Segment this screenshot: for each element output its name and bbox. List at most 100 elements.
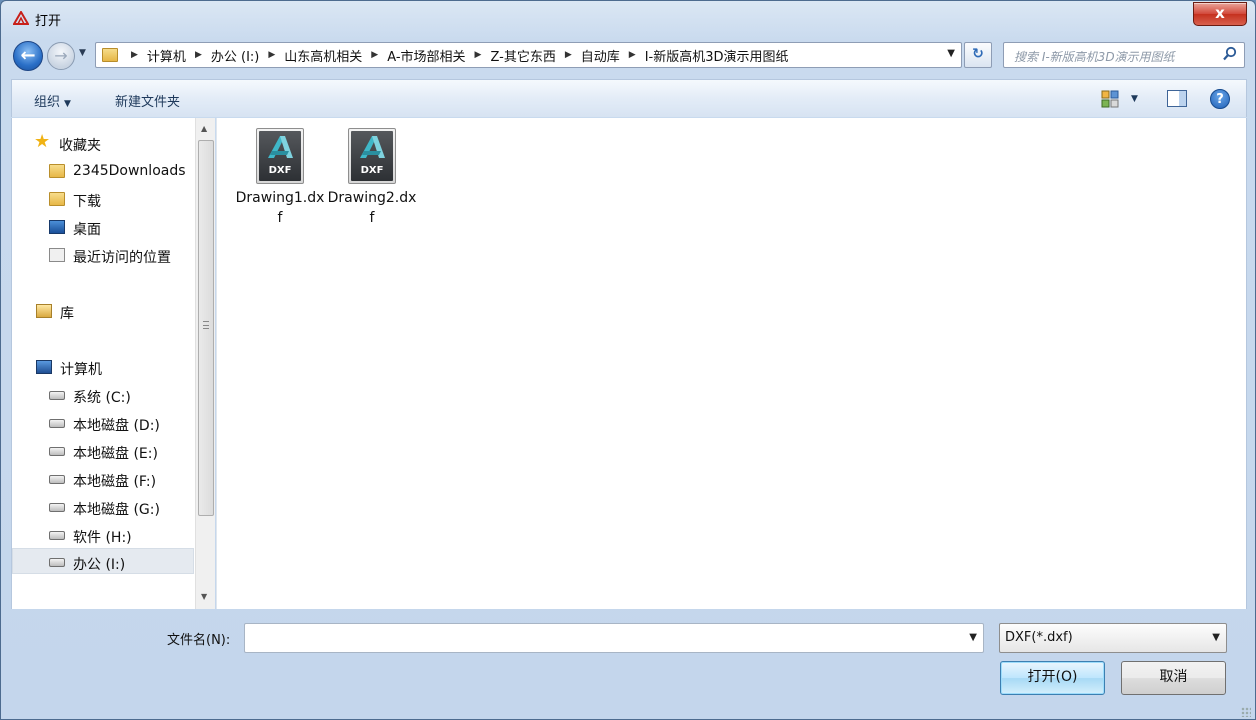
file-name: Drawing1.dxf [235, 190, 325, 226]
sidebar-item-drive-d[interactable]: 本地磁盘 (D:) [12, 410, 194, 436]
sidebar-item-drive-i[interactable]: 办公 (I:) [12, 548, 194, 574]
resize-grip-icon[interactable] [1241, 707, 1251, 717]
preview-pane-icon[interactable] [1167, 90, 1187, 107]
close-icon: x [1215, 4, 1225, 22]
sidebar-item-label: 系统 (C:) [73, 390, 131, 406]
forward-button[interactable]: → [47, 42, 75, 70]
sidebar-item-drive-c[interactable]: 系统 (C:) [12, 382, 194, 408]
window-title: 打开 [35, 14, 62, 29]
sidebar-item-favorites[interactable]: ★ 收藏夹 [12, 130, 194, 156]
breadcrumb-computer[interactable]: 计算机 [147, 46, 186, 65]
drive-icon [49, 531, 65, 540]
recent-pages-dropdown[interactable]: ▼ [79, 48, 86, 58]
file-name: Drawing2.dxf [327, 190, 417, 226]
file-item-drawing2[interactable]: DXF Drawing2.dxf [327, 128, 417, 228]
dxf-file-icon: DXF [256, 128, 304, 184]
download-folder-icon [49, 192, 65, 206]
computer-icon [36, 360, 52, 374]
scroll-down-icon[interactable]: ▼ [201, 592, 207, 601]
new-folder-button[interactable]: 新建文件夹 [115, 91, 180, 110]
breadcrumb-drive-i[interactable]: 办公 (I:) [211, 46, 260, 65]
sidebar-item-libraries[interactable]: 库 [12, 298, 194, 324]
drive-icon [49, 447, 65, 456]
sidebar-item-label: 库 [60, 306, 74, 322]
organize-menu-button[interactable]: 组织 ▼ [34, 91, 71, 110]
sidebar-item-label: 软件 (H:) [73, 530, 132, 546]
sidebar-item-label: 本地磁盘 (F:) [73, 474, 157, 490]
chevron-right-icon[interactable]: ▶ [629, 50, 636, 60]
sidebar-item-label: 桌面 [73, 222, 101, 238]
file-list-pane[interactable]: DXF Drawing1.dxf DXF Drawing2.dxf [216, 118, 1247, 609]
refresh-icon: ↻ [972, 46, 984, 62]
chevron-right-icon[interactable]: ▶ [131, 50, 138, 60]
sidebar-item-drive-h[interactable]: 软件 (H:) [12, 522, 194, 548]
sidebar-item-label: 最近访问的位置 [73, 250, 171, 266]
file-item-drawing1[interactable]: DXF Drawing1.dxf [235, 128, 325, 228]
sidebar-item-label: 办公 (I:) [73, 557, 126, 573]
chevron-right-icon[interactable]: ▶ [475, 50, 482, 60]
drive-icon [49, 419, 65, 428]
navigation-pane[interactable]: ★ 收藏夹 2345Downloads 下载 桌面 最近访问的位置 库 计算机 [11, 118, 195, 609]
sidebar-item-downloads[interactable]: 下载 [12, 186, 194, 212]
address-bar[interactable]: ▶ 计算机 ▶ 办公 (I:) ▶ 山东高机相关 ▶ A-市场部相关 ▶ Z-其… [95, 42, 962, 68]
chevron-right-icon[interactable]: ▶ [195, 50, 202, 60]
breadcrumb-current-folder[interactable]: I-新版高机3D演示用图纸 [645, 46, 789, 65]
breadcrumb-folder-2[interactable]: A-市场部相关 [387, 46, 465, 65]
sidebar-item-drive-g[interactable]: 本地磁盘 (G:) [12, 494, 194, 520]
chevron-down-icon: ▼ [1212, 632, 1220, 643]
open-file-dialog: 打开 x ← → ▼ ▶ 计算机 ▶ 办公 (I:) ▶ 山东高机相关 ▶ A-… [0, 0, 1256, 720]
sidebar-item-label: 计算机 [60, 362, 102, 378]
chevron-right-icon[interactable]: ▶ [565, 50, 572, 60]
search-placeholder: 搜索 I-新版高机3D演示用图纸 [1014, 50, 1175, 64]
grip-icon [203, 321, 209, 329]
organize-label: 组织 [34, 95, 61, 110]
sidebar-item-label: 本地磁盘 (D:) [73, 418, 160, 434]
navigation-pane-scrollbar[interactable]: ▲ ▼ [195, 118, 215, 609]
chevron-down-icon: ▼ [64, 99, 71, 109]
help-icon[interactable]: ? [1210, 89, 1230, 109]
breadcrumb-folder-4[interactable]: 自动库 [581, 46, 620, 65]
sidebar-item-drive-e[interactable]: 本地磁盘 (E:) [12, 438, 194, 464]
chevron-right-icon[interactable]: ▶ [371, 50, 378, 60]
back-arrow-icon: ← [20, 45, 36, 66]
file-type-badge: DXF [360, 165, 384, 176]
close-button[interactable]: x [1193, 2, 1247, 26]
drive-icon [49, 391, 65, 400]
sidebar-item-recent-places[interactable]: 最近访问的位置 [12, 242, 194, 268]
scroll-up-icon[interactable]: ▲ [201, 124, 207, 133]
sidebar-item-label: 本地磁盘 (E:) [73, 446, 158, 462]
app-icon [13, 11, 29, 25]
sidebar-item-label: 2345Downloads [73, 163, 186, 179]
scrollbar-thumb[interactable] [198, 140, 214, 516]
address-dropdown-icon[interactable]: ▼ [947, 48, 955, 59]
desktop-icon [49, 220, 65, 234]
back-button[interactable]: ← [13, 41, 43, 71]
title-bar[interactable]: 打开 x [1, 1, 1255, 35]
sidebar-item-computer[interactable]: 计算机 [12, 354, 194, 380]
breadcrumb-folder-3[interactable]: Z-其它东西 [490, 46, 555, 65]
recent-places-icon [49, 248, 65, 262]
refresh-button[interactable]: ↻ [964, 42, 992, 68]
filename-input[interactable]: ▼ [244, 623, 984, 653]
sidebar-item-label: 本地磁盘 (G:) [73, 502, 160, 518]
change-view-icon[interactable] [1101, 90, 1119, 108]
search-input[interactable]: 搜索 I-新版高机3D演示用图纸 [1003, 42, 1245, 68]
sidebar-item-desktop[interactable]: 桌面 [12, 214, 194, 240]
file-type-select[interactable]: DXF(*.dxf) ▼ [999, 623, 1227, 653]
drive-icon [49, 475, 65, 484]
drive-icon [49, 558, 65, 567]
chevron-right-icon[interactable]: ▶ [268, 50, 275, 60]
folder-icon [49, 164, 65, 178]
drive-icon [49, 503, 65, 512]
sidebar-item-drive-f[interactable]: 本地磁盘 (F:) [12, 466, 194, 492]
dialog-footer: 文件名(N): ▼ DXF(*.dxf) ▼ 打开(O) 取消 [1, 609, 1255, 719]
cancel-button[interactable]: 取消 [1121, 661, 1226, 695]
open-button[interactable]: 打开(O) [1000, 661, 1105, 695]
breadcrumb-folder-1[interactable]: 山东高机相关 [284, 46, 362, 65]
filename-history-dropdown-icon[interactable]: ▼ [969, 632, 977, 643]
view-options-dropdown-icon[interactable]: ▼ [1131, 94, 1138, 104]
sidebar-item-2345downloads[interactable]: 2345Downloads [12, 158, 194, 184]
sidebar-item-label: 下载 [73, 194, 101, 210]
search-icon[interactable] [1222, 46, 1238, 62]
navigation-bar: ← → ▼ ▶ 计算机 ▶ 办公 (I:) ▶ 山东高机相关 ▶ A-市场部相关… [1, 37, 1255, 75]
